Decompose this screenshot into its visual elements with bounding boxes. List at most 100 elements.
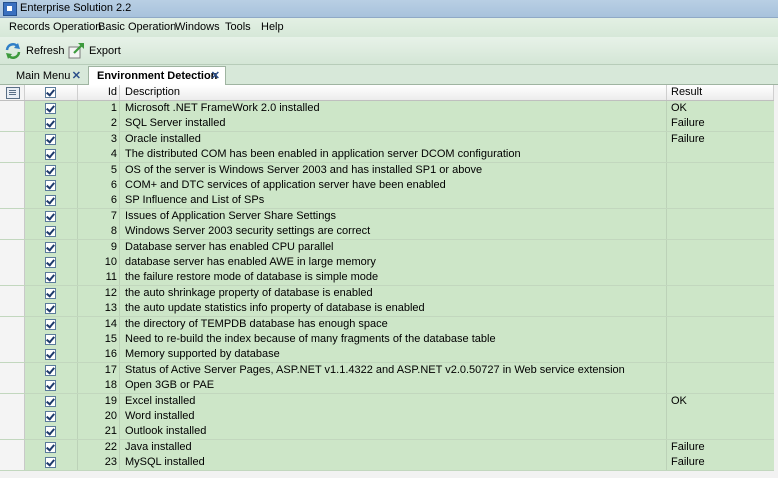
row-checkbox[interactable]	[45, 426, 56, 438]
table-row[interactable]: 23 MySQL installed Failure	[0, 455, 774, 472]
menu-tools[interactable]: Tools	[225, 21, 251, 33]
row-checkbox-cell[interactable]	[25, 162, 78, 178]
table-row[interactable]: 15 Need to re-build the index because of …	[0, 332, 774, 348]
row-checkbox[interactable]	[45, 226, 56, 238]
row-checkbox-cell[interactable]	[25, 178, 78, 193]
row-checkbox[interactable]	[45, 318, 56, 330]
column-chooser-icon[interactable]	[6, 87, 20, 99]
row-checkbox-cell[interactable]	[25, 255, 78, 270]
row-selector[interactable]	[0, 193, 25, 209]
row-checkbox-cell[interactable]	[25, 316, 78, 332]
row-checkbox-cell[interactable]	[25, 208, 78, 224]
row-checkbox[interactable]	[45, 303, 56, 315]
row-checkbox[interactable]	[45, 457, 56, 469]
row-selector[interactable]	[0, 347, 25, 363]
row-checkbox-cell[interactable]	[25, 270, 78, 286]
row-selector[interactable]	[0, 362, 25, 378]
header-checkbox-cell[interactable]	[25, 85, 78, 100]
table-row[interactable]: 11 the failure restore mode of database i…	[0, 270, 774, 287]
row-checkbox-cell[interactable]	[25, 193, 78, 209]
table-row[interactable]: 19 Excel installed OK	[0, 393, 774, 410]
row-selector[interactable]	[0, 332, 25, 347]
row-checkbox-cell[interactable]	[25, 409, 78, 424]
row-checkbox[interactable]	[45, 149, 56, 161]
row-selector[interactable]	[0, 393, 25, 409]
row-checkbox-cell[interactable]	[25, 455, 78, 471]
row-checkbox-cell[interactable]	[25, 147, 78, 163]
row-checkbox-cell[interactable]	[25, 301, 78, 317]
row-selector[interactable]	[0, 101, 25, 116]
table-row[interactable]: 1 Microsoft .NET FrameWork 2.0 installed O…	[0, 101, 774, 117]
row-selector[interactable]	[0, 131, 25, 147]
row-checkbox-cell[interactable]	[25, 378, 78, 394]
row-checkbox[interactable]	[45, 272, 56, 284]
row-checkbox-cell[interactable]	[25, 347, 78, 363]
row-checkbox[interactable]	[45, 287, 56, 299]
row-checkbox[interactable]	[45, 133, 56, 145]
row-selector[interactable]	[0, 162, 25, 178]
table-row[interactable]: 16 Memory supported by database	[0, 347, 774, 364]
refresh-button[interactable]: Refresh	[3, 41, 65, 61]
row-checkbox[interactable]	[45, 118, 56, 130]
row-selector[interactable]	[0, 316, 25, 332]
table-row[interactable]: 10 database server has enabled AWE in lar…	[0, 255, 774, 271]
row-checkbox[interactable]	[45, 257, 56, 268]
header-select-all[interactable]	[0, 85, 25, 100]
header-result[interactable]: Result	[668, 85, 774, 100]
table-row[interactable]: 3 Oracle installed Failure	[0, 131, 774, 148]
menu-basic-operation[interactable]: Basic Operation	[98, 21, 176, 33]
table-row[interactable]: 22 Java installed Failure	[0, 439, 774, 456]
table-row[interactable]: 6 SP Influence and List of SPs	[0, 193, 774, 210]
row-checkbox-cell[interactable]	[25, 393, 78, 409]
row-checkbox-cell[interactable]	[25, 424, 78, 440]
row-checkbox[interactable]	[45, 210, 56, 222]
tab-environment-detection[interactable]: Environment Detection ✕	[88, 66, 226, 85]
menu-windows[interactable]: Windows	[175, 21, 220, 33]
table-row[interactable]: 5 OS of the server is Windows Server 2003…	[0, 162, 774, 179]
row-selector[interactable]	[0, 178, 25, 193]
row-checkbox[interactable]	[45, 364, 56, 376]
row-selector[interactable]	[0, 455, 25, 471]
row-checkbox[interactable]	[45, 411, 56, 422]
row-checkbox[interactable]	[45, 195, 56, 207]
close-icon[interactable]: ✕	[72, 69, 81, 82]
table-row[interactable]: 12 the auto shrinkage property of databas…	[0, 285, 774, 302]
menu-help[interactable]: Help	[261, 21, 284, 33]
row-selector[interactable]	[0, 439, 25, 455]
row-checkbox[interactable]	[45, 241, 56, 253]
row-selector[interactable]	[0, 116, 25, 132]
export-button[interactable]: Export	[66, 41, 121, 61]
row-checkbox[interactable]	[45, 164, 56, 176]
row-checkbox-cell[interactable]	[25, 131, 78, 147]
row-selector[interactable]	[0, 239, 25, 255]
row-checkbox-cell[interactable]	[25, 362, 78, 378]
table-row[interactable]: 9 Database server has enabled CPU paralle…	[0, 239, 774, 256]
row-checkbox-cell[interactable]	[25, 224, 78, 240]
menu-records-operation[interactable]: Records Operation	[9, 21, 101, 33]
table-row[interactable]: 21 Outlook installed	[0, 424, 774, 441]
row-checkbox-cell[interactable]	[25, 239, 78, 255]
table-row[interactable]: 4 The distributed COM has been enabled in…	[0, 147, 774, 164]
row-selector[interactable]	[0, 255, 25, 270]
row-selector[interactable]	[0, 270, 25, 286]
row-checkbox[interactable]	[45, 180, 56, 191]
row-selector[interactable]	[0, 301, 25, 317]
row-checkbox[interactable]	[45, 395, 56, 407]
table-row[interactable]: 2 SQL Server installed Failure	[0, 116, 774, 133]
row-checkbox[interactable]	[45, 334, 56, 345]
row-selector[interactable]	[0, 147, 25, 163]
row-checkbox[interactable]	[45, 103, 56, 114]
header-description[interactable]: Description	[121, 85, 667, 100]
row-checkbox[interactable]	[45, 380, 56, 392]
close-icon[interactable]: ✕	[211, 69, 220, 82]
table-row[interactable]: 13 the auto update statistics info proper…	[0, 301, 774, 318]
row-selector[interactable]	[0, 208, 25, 224]
header-id[interactable]: Id	[78, 85, 120, 100]
table-row[interactable]: 7 Issues of Application Server Share Sett…	[0, 208, 774, 225]
row-checkbox-cell[interactable]	[25, 439, 78, 455]
row-checkbox-cell[interactable]	[25, 332, 78, 347]
row-checkbox-cell[interactable]	[25, 101, 78, 116]
row-checkbox[interactable]	[45, 349, 56, 361]
row-selector[interactable]	[0, 424, 25, 440]
row-selector[interactable]	[0, 378, 25, 394]
